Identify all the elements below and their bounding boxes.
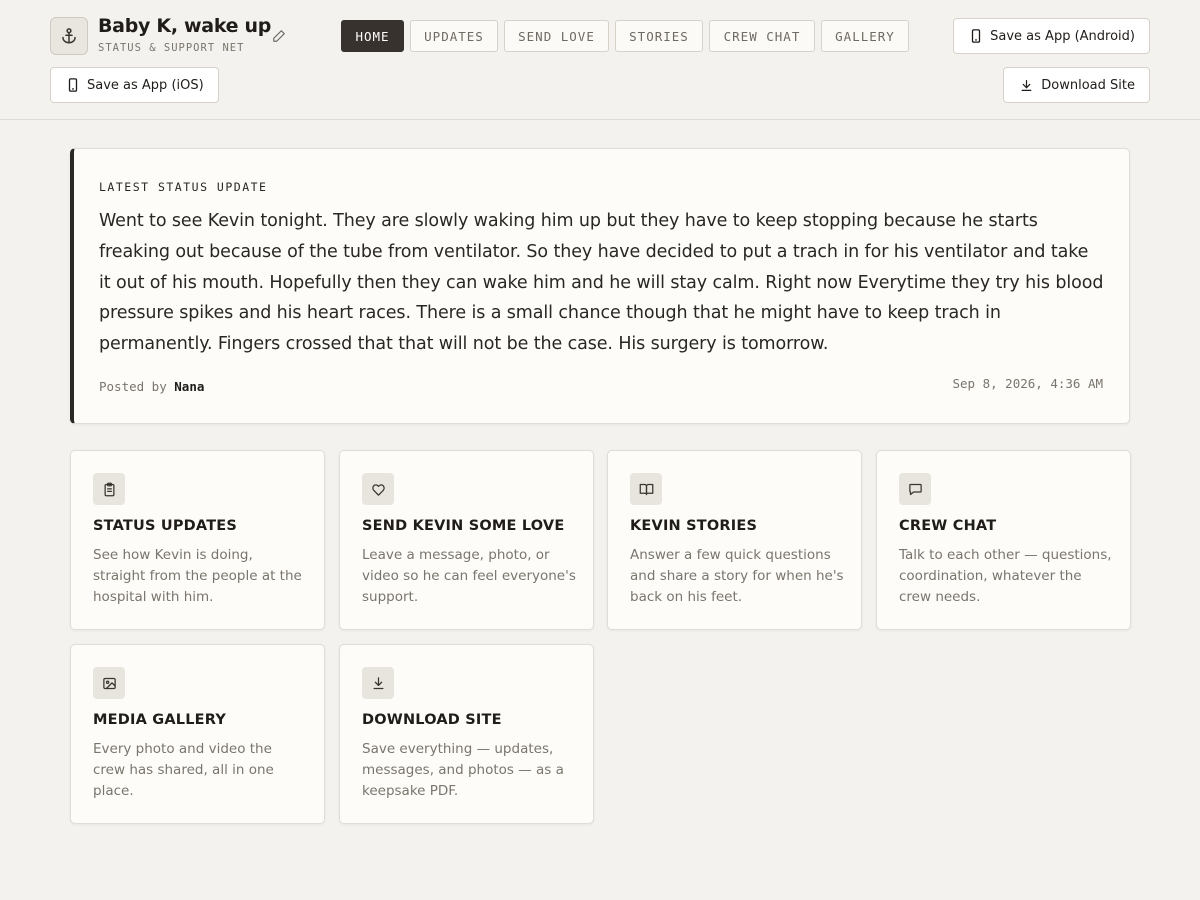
- card-title: CREW CHAT: [899, 518, 997, 534]
- download-icon: [1021, 79, 1032, 91]
- author-name: Nana: [174, 379, 205, 394]
- card-title: STATUS UPDATES: [93, 518, 238, 534]
- pencil-icon[interactable]: [272, 29, 286, 43]
- chat-bubble-icon: [899, 473, 931, 505]
- heart-icon: [362, 473, 394, 505]
- posted-by: Posted by Nana: [99, 379, 204, 394]
- save-app-ios-button[interactable]: Save as App (iOS): [50, 67, 219, 103]
- status-body: Went to see Kevin tonight. They are slow…: [99, 211, 1104, 355]
- anchor-icon[interactable]: [50, 17, 88, 55]
- card-title: SEND KEVIN SOME LOVE: [362, 518, 565, 534]
- site-header: Baby K, wake up STATUS & SUPPORT NET HOM…: [0, 0, 1200, 120]
- posted-prefix: Posted by: [99, 379, 167, 394]
- download-icon: [362, 667, 394, 699]
- latest-status-card: LATEST STATUS UPDATE Went to see Kevin t…: [70, 148, 1130, 424]
- card-send-love[interactable]: SEND KEVIN SOME LOVE Leave a message, ph…: [339, 450, 594, 630]
- download-site-button[interactable]: Download Site: [1003, 67, 1150, 103]
- card-description: Answer a few quick questions and share a…: [630, 547, 844, 605]
- tab-send-love[interactable]: SEND LOVE: [504, 20, 609, 52]
- card-title: DOWNLOAD SITE: [362, 712, 502, 728]
- tab-gallery[interactable]: GALLERY: [821, 20, 909, 52]
- image-icon: [93, 667, 125, 699]
- card-description: Every photo and video the crew has share…: [93, 741, 274, 799]
- status-timestamp: Sep 8, 2026, 4:36 AM: [952, 376, 1103, 391]
- card-title: MEDIA GALLERY: [93, 712, 227, 728]
- status-label: LATEST STATUS UPDATE: [99, 180, 268, 194]
- card-status-updates[interactable]: STATUS UPDATES See how Kevin is doing, s…: [70, 450, 325, 630]
- card-description: Leave a message, photo, or video so he c…: [362, 547, 576, 605]
- save-app-android-label: Save as App (Android): [990, 28, 1135, 44]
- save-app-ios-label: Save as App (iOS): [87, 77, 204, 93]
- save-app-android-button[interactable]: Save as App (Android): [953, 18, 1150, 54]
- phone-icon: [971, 29, 981, 43]
- card-download-site[interactable]: DOWNLOAD SITE Save everything — updates,…: [339, 644, 594, 824]
- card-media-gallery[interactable]: MEDIA GALLERY Every photo and video the …: [70, 644, 325, 824]
- tab-stories[interactable]: STORIES: [615, 20, 703, 52]
- clipboard-icon: [93, 473, 125, 505]
- phone-icon: [68, 78, 78, 92]
- card-description: Save everything — updates, messages, and…: [362, 741, 564, 799]
- book-icon: [630, 473, 662, 505]
- tab-updates[interactable]: UPDATES: [410, 20, 498, 52]
- download-site-label: Download Site: [1041, 77, 1135, 93]
- card-description: See how Kevin is doing, straight from th…: [93, 547, 302, 605]
- card-title: KEVIN STORIES: [630, 518, 758, 534]
- tab-crew-chat[interactable]: CREW CHAT: [709, 20, 815, 52]
- card-description: Talk to each other — questions, coordina…: [899, 547, 1112, 605]
- site-title: Baby K, wake up: [98, 15, 272, 37]
- card-kevin-stories[interactable]: KEVIN STORIES Answer a few quick questio…: [607, 450, 862, 630]
- site-subtitle: STATUS & SUPPORT NET: [98, 42, 245, 54]
- tab-home[interactable]: HOME: [341, 20, 404, 52]
- card-crew-chat[interactable]: CREW CHAT Talk to each other — questions…: [876, 450, 1131, 630]
